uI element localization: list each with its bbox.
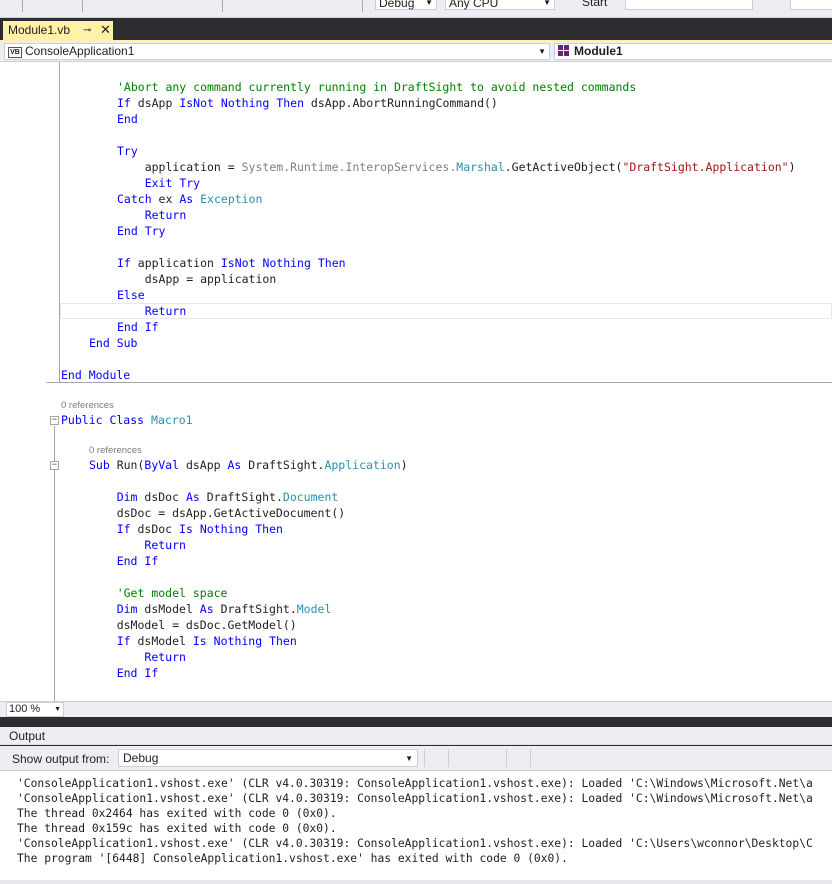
output-toolbar: Show output from: Debug ▼ <box>0 746 832 770</box>
tab-label: Module1.vb <box>8 23 71 37</box>
toolbar-separator <box>530 749 531 767</box>
code-line: End If <box>117 320 159 334</box>
output-line: The program '[6448] ConsoleApplication1.… <box>17 852 568 865</box>
toolbar-separator <box>424 749 425 767</box>
code-line: End If <box>116 554 159 568</box>
code-line: Return <box>144 538 186 552</box>
output-horizontal-scrollbar[interactable] <box>0 880 832 884</box>
class-declaration-line: Public Class Macro1 <box>61 413 193 427</box>
code-line: Else <box>117 288 145 302</box>
code-line: Sub Run(ByVal dsApp As DraftSight.Applic… <box>89 458 408 472</box>
toolbar-separator <box>448 749 449 767</box>
module-end-separator <box>46 382 832 383</box>
solution-config-dropdown[interactable]: Debug ▼ <box>375 0 437 10</box>
editor-gutter <box>0 62 46 701</box>
toolbar-separator <box>222 0 223 12</box>
close-icon[interactable]: ✕ <box>100 20 111 39</box>
code-line: Return <box>144 208 187 222</box>
output-text-area[interactable]: 'ConsoleApplication1.vshost.exe' (CLR v4… <box>0 770 832 884</box>
code-line: Dim dsDoc As DraftSight.Document <box>116 490 339 504</box>
toolbar-separator <box>82 0 83 12</box>
toolbar-separator <box>362 0 363 12</box>
member-name: Module1 <box>574 44 623 58</box>
code-line: End <box>117 112 138 126</box>
code-line: Return <box>144 650 186 664</box>
chevron-down-icon: ▼ <box>54 706 61 713</box>
codelens-references[interactable]: 0 references <box>89 445 142 457</box>
code-line: End Try <box>117 224 166 238</box>
toolbar-separator <box>22 0 23 12</box>
vb-project-icon: VB <box>8 47 22 58</box>
code-line: 'Abort any command currently running in … <box>117 80 637 94</box>
code-line: Exit Try <box>144 176 201 190</box>
code-line: application = System.Runtime.InteropServ… <box>117 160 796 174</box>
code-line: If dsDoc Is Nothing Then <box>116 522 283 536</box>
panel-splitter[interactable] <box>0 717 832 727</box>
project-name: ConsoleApplication1 <box>25 44 135 58</box>
output-line: 'ConsoleApplication1.vshost.exe' (CLR v4… <box>17 777 813 790</box>
show-output-from-label: Show output from: <box>12 752 110 766</box>
project-dropdown[interactable]: VB ConsoleApplication1 ▼ <box>4 43 550 60</box>
start-target-dropdown[interactable] <box>625 0 753 10</box>
member-dropdown[interactable]: Module1 <box>554 43 832 60</box>
collapse-toggle[interactable]: − <box>50 461 59 470</box>
output-line: The thread 0x2464 has exited with code 0… <box>17 807 337 820</box>
code-line: End If <box>116 666 159 680</box>
navigation-bar: VB ConsoleApplication1 ▼ Module1 <box>0 42 832 62</box>
code-line: Dim dsModel As DraftSight.Model <box>116 602 332 616</box>
platform-dropdown[interactable]: Any CPU ▼ <box>445 0 555 10</box>
code-line: Return <box>144 304 187 318</box>
output-source-value: Debug <box>123 751 159 765</box>
chevron-down-icon: ▼ <box>538 47 546 56</box>
module-icon <box>558 45 570 56</box>
code-line: If dsApp IsNot Nothing Then dsApp.AbortR… <box>117 96 498 110</box>
tab-module1-vb[interactable]: Module1.vb ⊸ ✕ <box>3 21 113 40</box>
code-line: If application IsNot Nothing Then <box>117 256 346 270</box>
chevron-down-icon: ▼ <box>543 0 551 7</box>
code-line: Try <box>117 144 138 158</box>
output-line: The thread 0x159c has exited with code 0… <box>17 822 337 835</box>
toolbar-separator <box>506 749 507 767</box>
code-line: End Sub <box>89 336 138 350</box>
code-line: End Module <box>61 368 131 382</box>
main-toolbar: Debug ▼ Any CPU ▼ Start <box>0 0 832 18</box>
solution-config-value: Debug <box>379 0 415 10</box>
code-line: Catch ex As Exception <box>117 192 263 206</box>
zoom-value: 100 % <box>9 703 41 715</box>
code-line: dsModel = dsDoc.GetModel() <box>89 618 297 632</box>
output-line: 'ConsoleApplication1.vshost.exe' (CLR v4… <box>17 837 813 850</box>
start-button[interactable]: Start <box>582 0 607 10</box>
codelens-references[interactable]: 0 references <box>61 400 114 412</box>
code-line: dsDoc = dsApp.GetActiveDocument() <box>89 506 346 520</box>
code-editor[interactable]: 'Abort any command currently running in … <box>0 62 832 701</box>
zoom-dropdown[interactable]: 100 % ▼ <box>6 702 64 717</box>
output-panel-title: Output <box>0 727 832 745</box>
code-line: 'Get model space <box>116 586 228 600</box>
collapse-toggle[interactable]: − <box>50 416 59 425</box>
code-line: dsApp = application <box>117 272 277 286</box>
editor-status-bar: 100 % ▼ <box>0 701 832 717</box>
chevron-down-icon: ▼ <box>425 0 433 7</box>
output-line: 'ConsoleApplication1.vshost.exe' (CLR v4… <box>17 792 813 805</box>
code-line: If dsModel Is Nothing Then <box>116 634 297 648</box>
outline-line <box>59 62 60 383</box>
output-source-dropdown[interactable]: Debug ▼ <box>118 749 418 767</box>
document-tab-well <box>0 18 832 40</box>
chevron-down-icon: ▼ <box>405 754 413 763</box>
platform-value: Any CPU <box>449 0 499 10</box>
pin-icon[interactable]: ⊸ <box>83 21 91 40</box>
quick-launch-input[interactable] <box>790 0 832 10</box>
